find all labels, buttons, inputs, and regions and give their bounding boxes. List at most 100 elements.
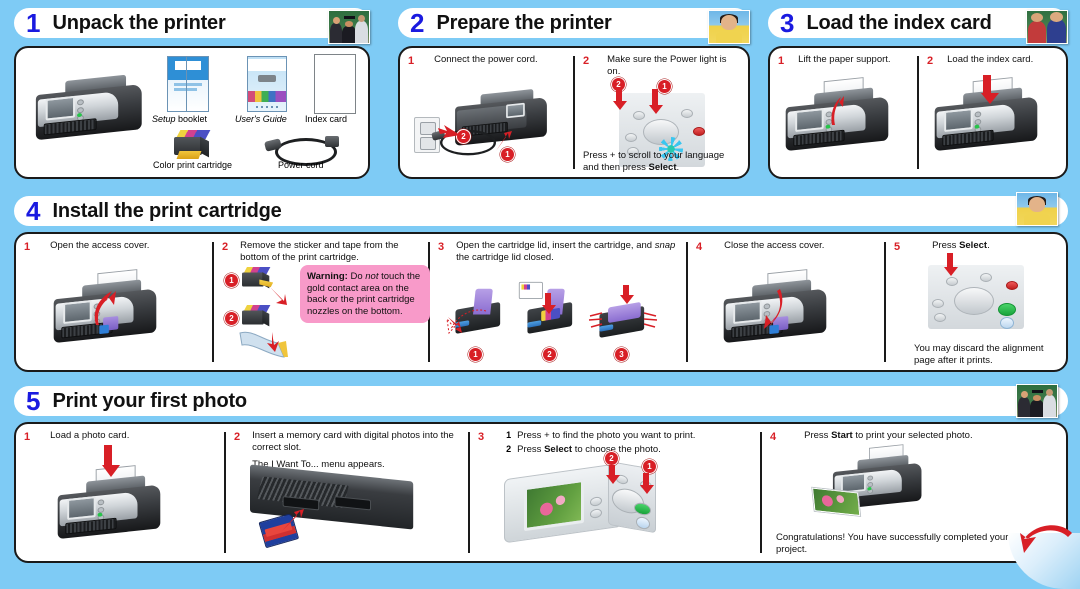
callout-1: 1: [468, 347, 483, 362]
section-unpack-the-printer: 1 Unpack the printer Setup booklet User'…: [14, 8, 370, 179]
section-1-panel: Setup booklet User's Guide Index card Co…: [14, 46, 370, 179]
step-text: Remove the sticker and tape from the bot…: [240, 240, 399, 263]
graduation-photo-thumbnail: [328, 10, 370, 44]
snap-lines-left-icon: [588, 312, 603, 328]
callout-1: 1: [642, 459, 657, 474]
section-prepare-the-printer: 2 Prepare the printer 1 Connect the powe…: [398, 8, 750, 179]
page-curl-decoration: [984, 519, 1080, 589]
section-2-title: Prepare the printer: [436, 11, 612, 34]
graduation-photo-thumbnail: [1016, 384, 1058, 418]
down-arrow-icon: [613, 89, 627, 110]
section-5-header: 5 Print your first photo: [14, 386, 1068, 416]
load-photo-card-arrow-icon: [102, 445, 120, 477]
step-number: 2: [583, 55, 590, 67]
peel-tape-arrow-icon: [267, 332, 279, 352]
step-text: Connect the power cord.: [434, 54, 538, 65]
callout-2: 2: [542, 347, 557, 362]
step-number: 4: [770, 431, 777, 443]
step-number: 2: [927, 55, 934, 67]
printer-printing-photo-illustration: [812, 444, 926, 516]
substep-item: 2 Press Select to choose the photo.: [506, 444, 695, 456]
section-4-number: 4: [26, 196, 41, 226]
press-select-arrow-icon: [944, 253, 958, 276]
step-number: 1: [24, 431, 31, 443]
section-5-number: 5: [26, 386, 41, 416]
section-5-title: Print your first photo: [52, 389, 247, 412]
section-3-number: 3: [780, 8, 795, 38]
cartridge-with-tape-illustration: [242, 305, 273, 328]
callout-1: 1: [224, 273, 239, 288]
insert-card-arrow-icon: [282, 508, 304, 531]
step-number: 1: [408, 55, 415, 67]
step-number: 1: [24, 241, 31, 253]
down-arrow-icon: [606, 465, 620, 484]
printer-illustration: [52, 465, 166, 540]
section-3-panel: 1 Lift the paper support. 2 Load the ind…: [768, 46, 1068, 179]
step-lift-paper-support: 1 Lift the paper support.: [770, 48, 917, 177]
step-number: 1: [778, 55, 785, 67]
step-connect-power-cord: 1 Connect the power cord. 2 1: [400, 48, 573, 177]
insert-down-arrow-icon: [542, 293, 556, 314]
section-4-title: Install the print cartridge: [52, 199, 282, 222]
section-3-header: 3 Load the index card: [768, 8, 1068, 38]
open-cover-arrow-icon: [94, 291, 116, 325]
step-text: Press Start to print your selected photo…: [804, 430, 973, 441]
step-text: Open the access cover.: [50, 240, 150, 251]
step-text: Open the cartridge lid, insert the cartr…: [456, 240, 676, 263]
setup-booklet-label: Setup booklet: [152, 114, 208, 124]
step-number: 3: [478, 431, 485, 443]
arrow-to-outlet-icon: [438, 125, 460, 138]
step-load-photo-card: 1 Load a photo card.: [16, 424, 224, 561]
step-number: 5: [894, 241, 901, 253]
snap-down-arrow-icon: [620, 285, 634, 304]
step-select-photo: 3 1 Press + to find the photo you want t…: [470, 424, 760, 561]
step-text: Lift the paper support.: [798, 54, 891, 65]
curl-arrow-icon: [1020, 525, 1072, 553]
kid-with-cake-photo-thumbnail: [1016, 192, 1058, 226]
close-cover-arrow-icon: [764, 289, 783, 329]
section-3-title: Load the index card: [806, 11, 992, 34]
snap-lines-right-icon: [643, 312, 658, 328]
section-load-the-index-card: 3 Load the index card 1 Lift the paper s…: [768, 8, 1068, 179]
open-lid-arrow-icon: [446, 309, 487, 335]
control-panel-illustration: [928, 265, 1024, 329]
warning-box: Warning: Do not touch the gold contact a…: [300, 265, 430, 323]
callout-2: 2: [224, 311, 239, 326]
index-card-label: Index card: [305, 114, 348, 124]
step-text: Load a photo card.: [50, 430, 130, 441]
step-number: 2: [234, 431, 241, 443]
color-print-cartridge-illustration: [174, 130, 214, 160]
section-2-header: 2 Prepare the printer: [398, 8, 750, 38]
callout-3: 3: [614, 347, 629, 362]
peel-sticker-arrow-icon: [270, 287, 287, 305]
step-power-light-on: 2 Make sure the Power light is on. 2 1 P…: [575, 48, 748, 177]
down-arrow-icon: [649, 89, 663, 114]
step-insert-cartridge: 3 Open the cartridge lid, insert the car…: [430, 234, 686, 370]
step-text: Make sure the Power light is on.: [607, 54, 727, 77]
step-footer-text: Press + to scroll to your language and t…: [583, 150, 725, 173]
step-text: Load the index card.: [947, 54, 1034, 65]
step-number: 2: [222, 241, 229, 253]
substep-list: 1 Press + to find the photo you want to …: [492, 430, 695, 455]
lcd-control-panel-illustration: [504, 460, 656, 544]
step-footer-text: You may discard the alignment page after…: [914, 343, 1044, 366]
users-guide-label: User's Guide: [235, 114, 287, 124]
substep-text: Press Select to choose the photo.: [517, 443, 661, 455]
step-load-index-card: 2 Load the index card.: [919, 48, 1066, 177]
power-cord-label: Power cord: [278, 160, 324, 170]
substep-item: 1 Press + to find the photo you want to …: [506, 430, 695, 442]
down-arrow-icon: [640, 473, 654, 494]
substep-number: 1: [506, 430, 512, 440]
step-remove-sticker-and-tape: 2 Remove the sticker and tape from the b…: [214, 234, 430, 370]
section-4-panel: 1 Open the access cover. 2 Remove the st…: [14, 232, 1068, 372]
step-number: 4: [696, 241, 703, 253]
section-5-panel: 1 Load a photo card. 2 Insert a memory c…: [14, 422, 1068, 563]
step-text: Close the access cover.: [724, 240, 825, 251]
step-press-select: 5 Press Select. You may discard the alig…: [886, 234, 1066, 370]
callout-2: 2: [604, 451, 619, 466]
section-1-number: 1: [26, 8, 41, 38]
section-2-panel: 1 Connect the power cord. 2 1 2 Make sur…: [398, 46, 750, 179]
lift-arrow-icon: [831, 96, 844, 125]
section-4-header: 4 Install the print cartridge: [14, 196, 1068, 226]
unpack-contents: Setup booklet User's Guide Index card Co…: [16, 48, 368, 177]
